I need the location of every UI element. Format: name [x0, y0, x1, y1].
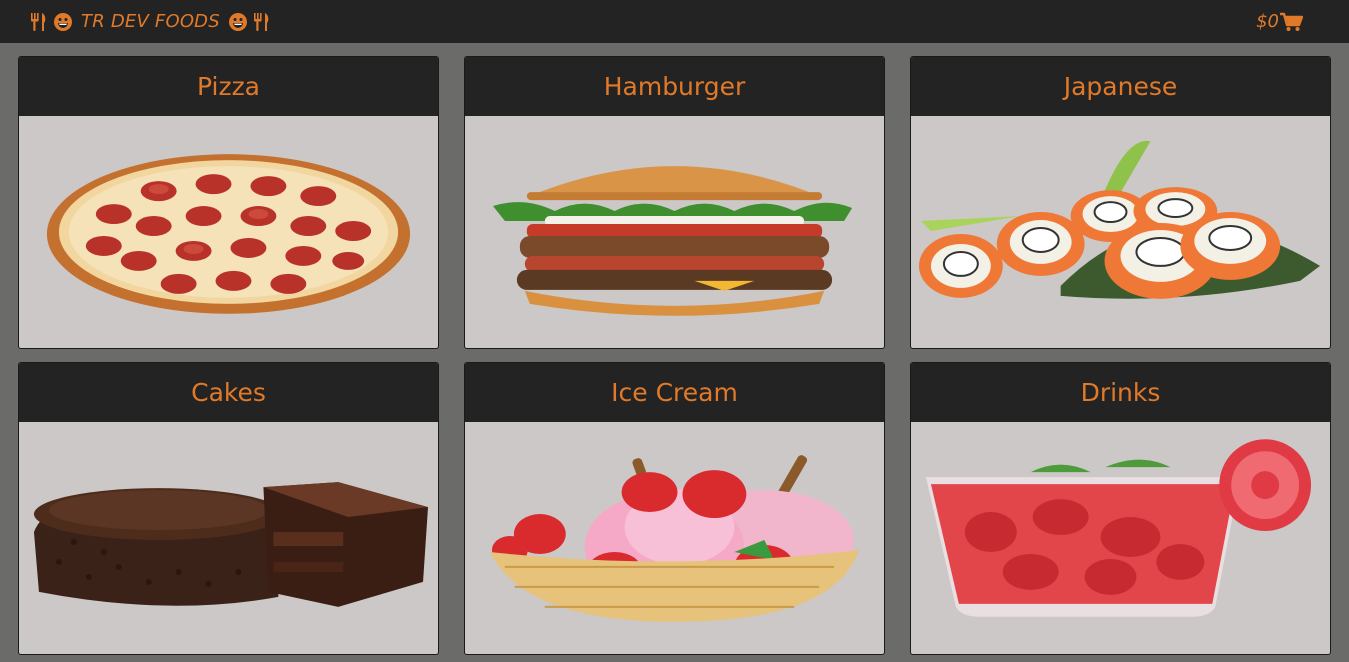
ice-cream-image [465, 422, 884, 654]
pizza-image [19, 116, 438, 348]
category-card-cakes[interactable]: Cakes [18, 362, 439, 655]
card-title: Drinks [911, 363, 1330, 422]
drink-image [911, 422, 1330, 654]
card-title: Pizza [19, 57, 438, 116]
card-title: Ice Cream [465, 363, 884, 422]
category-card-ice-cream[interactable]: Ice Cream [464, 362, 885, 655]
hamburger-image [465, 116, 884, 348]
sushi-image [911, 116, 1330, 348]
card-title: Japanese [911, 57, 1330, 116]
brand-title: TR DEV FOODS [81, 11, 220, 32]
utensils-icon [29, 12, 49, 32]
utensils-icon [252, 12, 272, 32]
grin-icon [53, 12, 73, 32]
category-grid: Pizza Hamburger Japanese Cakes Ice Cream… [18, 56, 1331, 655]
brand-link[interactable]: TR DEV FOODS [29, 11, 272, 32]
cart-button[interactable]: $0 [1256, 11, 1303, 32]
cart-icon [1279, 12, 1303, 32]
cart-total: $0 [1256, 11, 1279, 32]
cake-image [19, 422, 438, 654]
category-card-japanese[interactable]: Japanese [910, 56, 1331, 349]
grin-icon [228, 12, 248, 32]
navbar: TR DEV FOODS $0 [0, 0, 1349, 43]
category-card-hamburger[interactable]: Hamburger [464, 56, 885, 349]
category-card-drinks[interactable]: Drinks [910, 362, 1331, 655]
card-title: Cakes [19, 363, 438, 422]
card-title: Hamburger [465, 57, 884, 116]
category-card-pizza[interactable]: Pizza [18, 56, 439, 349]
